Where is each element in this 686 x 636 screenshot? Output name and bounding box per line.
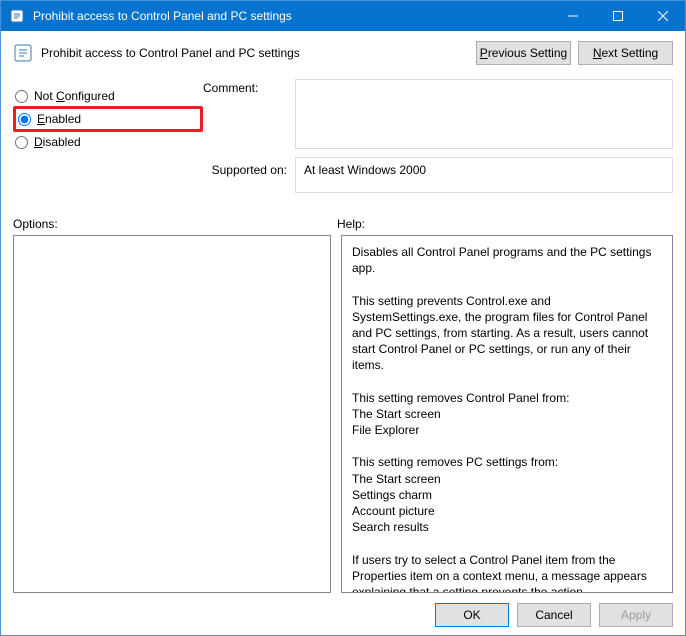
radio-enabled[interactable]: Enabled [13, 106, 203, 132]
radio-disabled-input[interactable] [15, 136, 28, 149]
cancel-button[interactable]: Cancel [517, 603, 591, 627]
options-panel [13, 235, 331, 593]
ok-button[interactable]: OK [435, 603, 509, 627]
apply-button[interactable]: Apply [599, 603, 673, 627]
help-label: Help: [337, 217, 365, 231]
supported-on-value: At least Windows 2000 [295, 157, 673, 193]
titlebar: Prohibit access to Control Panel and PC … [1, 1, 685, 31]
policy-icon [13, 43, 33, 63]
previous-setting-button[interactable]: Previous Setting [476, 41, 571, 65]
radio-disabled[interactable]: Disabled [13, 129, 203, 155]
maximize-button[interactable] [595, 1, 640, 31]
policy-icon [9, 8, 25, 24]
window-title: Prohibit access to Control Panel and PC … [33, 9, 550, 23]
comment-label: Comment: [203, 79, 295, 149]
minimize-button[interactable] [550, 1, 595, 31]
comment-textarea[interactable] [295, 79, 673, 149]
radio-not-configured-input[interactable] [15, 90, 28, 103]
supported-on-label: Supported on: [203, 157, 295, 193]
setting-name: Prohibit access to Control Panel and PC … [41, 46, 469, 60]
close-button[interactable] [640, 1, 685, 31]
next-setting-button[interactable]: Next Setting [578, 41, 673, 65]
options-label: Options: [13, 217, 337, 231]
help-panel[interactable]: Disables all Control Panel programs and … [341, 235, 673, 593]
radio-enabled-input[interactable] [18, 113, 31, 126]
